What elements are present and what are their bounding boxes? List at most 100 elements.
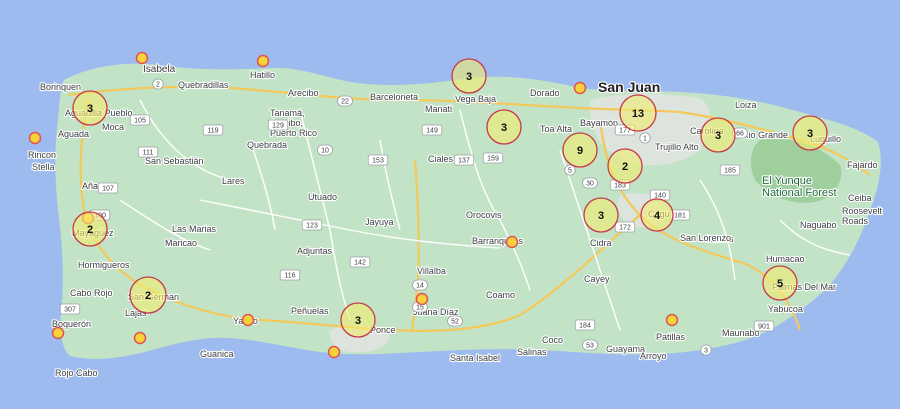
place-label: Patillas [656,332,686,342]
place-label: Rojo Cabo [55,368,98,378]
place-label: Toa Alta [540,124,572,134]
road-shield-icon: 116 [279,269,301,281]
marker-cluster[interactable]: 3 [583,197,619,233]
cluster-count: 2 [622,161,628,173]
marker-cluster[interactable]: 5 [762,265,798,301]
road-shield-icon: 140 [649,189,671,201]
road-shield-label: 14 [416,283,424,290]
road-shield-label: 149 [426,128,438,135]
cluster-count: 2 [145,290,151,302]
place-label: Orocovis [466,210,502,220]
marker-cluster[interactable]: 13 [619,94,657,132]
marker-cluster[interactable]: 3 [340,302,376,338]
place-label: Peñuelas [291,306,329,316]
location-marker-icon[interactable] [573,81,587,95]
location-marker-icon[interactable] [665,313,679,327]
road-shield-label: 111 [143,150,154,157]
cluster-count: 3 [87,103,93,115]
road-shield-label: 184 [579,323,591,330]
road-shield-label: 107 [102,186,114,193]
road-shield-label: 901 [758,324,770,331]
cluster-count: 13 [632,108,644,120]
place-label: Stella [32,162,55,172]
cluster-count: 9 [577,145,583,157]
road-shield-icon: 30 [582,177,598,189]
road-shield-icon: 172 [614,221,636,233]
road-shield-icon: 137 [453,154,475,166]
place-label: Quebradillas [178,80,229,90]
road-shield-label: 53 [586,343,594,350]
location-marker-icon[interactable] [256,54,270,68]
road-shield-label: 10 [321,148,329,155]
cluster-count: 3 [807,128,813,140]
place-label: Lares [222,176,245,186]
place-label: Loiza [735,100,757,110]
location-marker-icon[interactable] [327,345,341,359]
place-label: Moca [102,122,124,132]
location-marker-icon[interactable] [505,235,519,249]
place-label: Hatillo [250,70,275,80]
road-shield-icon: 153 [367,154,389,166]
location-marker-icon[interactable] [28,131,42,145]
road-shield-icon: 149 [421,124,443,136]
location-marker-icon[interactable] [415,292,429,306]
place-label: Jayuya [365,217,394,227]
road-shield-icon: 111 [137,146,159,158]
place-label: Ceiba [848,193,872,203]
place-label: Humacao [766,254,805,264]
road-shield-icon: 159 [482,152,504,164]
place-label: Trujillo Alto [655,142,699,152]
place-label: Dorado [530,88,560,98]
road-shield-label: 307 [64,307,76,314]
place-label: Manati [425,104,452,114]
marker-cluster[interactable]: 3 [792,115,828,151]
place-label: Rio Grande [742,130,788,140]
road-shield-icon: 10 [317,144,333,156]
marker-cluster[interactable]: 2 [607,148,643,184]
road-shield-label: 159 [487,156,499,163]
road-shield-icon: 142 [349,256,371,268]
road-shield-label: 1 [643,136,647,143]
location-marker-icon[interactable] [51,326,65,340]
road-shield-icon: 105 [129,114,151,126]
marker-cluster[interactable]: 2 [129,276,167,314]
location-marker-icon[interactable] [135,51,149,65]
place-label: Cayey [584,274,610,284]
road-shield-label: 52 [451,319,459,326]
location-marker-icon[interactable] [241,313,255,327]
place-label: Salinas [517,347,547,357]
place-label: Adjuntas [297,246,333,256]
place-label: Aguada [58,129,89,139]
road-shield-label: 15 [416,305,424,312]
road-shield-label: 185 [724,168,736,175]
cluster-count: 3 [598,210,604,222]
marker-cluster[interactable]: 3 [451,58,487,94]
place-label: Borinquen [40,82,81,92]
cluster-count: 3 [355,315,361,327]
road-shield-label: 129 [272,123,284,130]
place-label: Arroyo [640,351,667,361]
place-label: Yabucoa [768,304,803,314]
road-shield-label: 123 [306,223,318,230]
marker-cluster[interactable]: 3 [486,109,522,145]
road-shield-icon: 129 [267,119,289,131]
road-shield-label: 181 [674,213,686,220]
place-label: Hormigueros [78,260,130,270]
road-shield-label: 3 [704,348,708,355]
road-shield-label: 172 [619,225,631,232]
road-shield-label: 2 [156,82,160,89]
marker-cluster[interactable]: 2 [72,211,108,247]
marker-cluster[interactable]: 9 [562,132,598,168]
map-canvas[interactable]: San Juan Isabela Borinquen Quebradillas Hati… [0,0,900,409]
marker-cluster[interactable]: 4 [640,198,674,232]
location-marker-icon[interactable] [133,331,147,345]
marker-cluster[interactable]: 3 [72,90,108,126]
road-shield-label: 153 [372,158,384,165]
marker-cluster[interactable]: 3 [700,117,736,153]
place-label: Isabela [143,64,176,75]
place-label: San Juan [598,79,660,95]
place-label: Quebrada [247,140,287,150]
cluster-count: 4 [654,210,661,222]
cluster-count: 3 [501,122,507,134]
place-label: Rincon [28,150,56,160]
